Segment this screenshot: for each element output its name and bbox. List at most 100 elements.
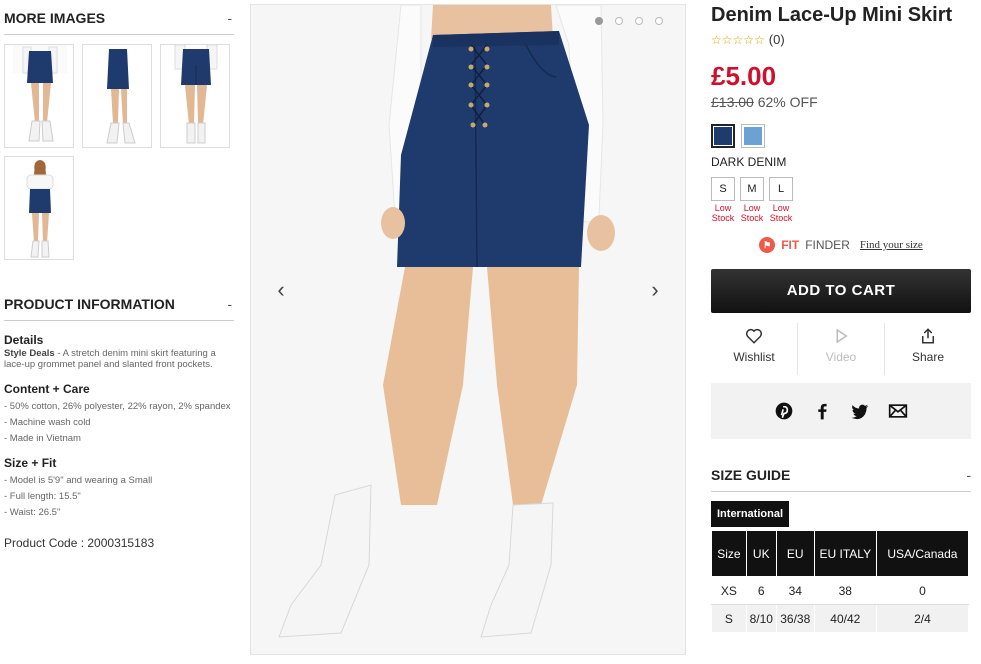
table-header-row: Size UK EU EU ITALY USA/Canada	[711, 530, 970, 577]
more-images-title: MORE IMAGES	[4, 10, 106, 26]
share-button[interactable]: Share	[885, 323, 971, 375]
table-cell: S	[711, 604, 747, 633]
thumbnail-list	[4, 44, 234, 260]
thumbnail-4[interactable]	[4, 156, 74, 260]
stock-status: Low Stock	[711, 203, 735, 223]
column-header: EU	[775, 530, 815, 577]
size-fit-heading: Size + Fit	[4, 456, 57, 470]
carousel-dot[interactable]	[655, 17, 663, 25]
find-your-size-link[interactable]: Find your size	[860, 239, 923, 251]
fit-finder-brand-b: FINDER	[805, 238, 850, 252]
size-option-l[interactable]: L Low Stock	[769, 177, 793, 223]
product-details: Denim Lace-Up Mini Skirt ☆☆☆☆☆ (0) £5.00…	[711, 0, 971, 633]
collapse-toggle[interactable]: -	[966, 467, 971, 483]
size-guide-table: Size UK EU EU ITALY USA/Canada XS 6 34 3…	[711, 530, 970, 633]
size-line: - Model is 5'9" and wearing a Small	[4, 475, 153, 486]
table-cell: XS	[711, 576, 747, 605]
content-line: - Machine wash cold	[4, 417, 91, 428]
table-cell: 8/10	[745, 604, 777, 633]
discount-label: 62% OFF	[757, 94, 818, 110]
size-guide-title: SIZE GUIDE	[711, 467, 791, 483]
column-header: EU ITALY	[813, 530, 877, 577]
thumbnail-3[interactable]	[160, 44, 230, 148]
size-line: - Waist: 26.5"	[4, 507, 61, 518]
details-heading: Details	[4, 333, 44, 347]
fit-finder-logo-icon: ⚑	[759, 237, 776, 253]
next-arrow-icon[interactable]: ›	[643, 277, 667, 303]
facebook-icon[interactable]	[811, 400, 833, 422]
collapse-toggle[interactable]: -	[227, 296, 234, 312]
video-button[interactable]: Video	[798, 323, 885, 375]
table-row: XS 6 34 38 0	[711, 576, 970, 605]
product-photo	[251, 5, 685, 654]
price-info: £13.00 62% OFF	[711, 94, 971, 110]
thumbnail-1[interactable]	[4, 44, 74, 148]
table-cell: 40/42	[813, 604, 877, 633]
play-icon	[798, 327, 884, 347]
size-guide-header[interactable]: SIZE GUIDE -	[711, 467, 971, 492]
stock-status: Low Stock	[769, 203, 793, 223]
fit-finder-brand-a: FIT	[781, 238, 800, 252]
size-label[interactable]: L	[769, 177, 793, 201]
prev-arrow-icon[interactable]: ‹	[269, 277, 293, 303]
heart-icon	[711, 327, 797, 347]
wishlist-button[interactable]: Wishlist	[711, 323, 798, 375]
carousel-dot[interactable]	[595, 17, 603, 25]
thumbnail-2[interactable]	[82, 44, 152, 148]
twitter-icon[interactable]	[849, 400, 871, 422]
table-cell: 34	[775, 576, 815, 605]
product-title: Denim Lace-Up Mini Skirt	[711, 4, 953, 26]
more-images-header[interactable]: MORE IMAGES -	[4, 0, 234, 35]
video-label: Video	[825, 350, 857, 364]
pinterest-icon[interactable]	[773, 400, 795, 422]
main-product-image[interactable]: ‹ ›	[250, 4, 686, 655]
table-row: S 8/10 36/38 40/42 2/4	[711, 604, 970, 633]
product-code: Product Code : 2000315183	[4, 536, 155, 550]
content-line: - Made in Vietnam	[4, 433, 81, 444]
table-cell: 38	[813, 576, 877, 605]
swatch-dark-denim[interactable]	[711, 124, 735, 148]
carousel-dots	[595, 17, 663, 25]
column-header: Size	[711, 530, 747, 577]
review-count[interactable]: (0)	[769, 32, 785, 47]
size-option-m[interactable]: M Low Stock	[740, 177, 764, 223]
original-price: £13.00	[711, 94, 754, 110]
size-option-s[interactable]: S Low Stock	[711, 177, 735, 223]
rating[interactable]: ☆☆☆☆☆ (0)	[711, 32, 971, 47]
star-rating-icon: ☆☆☆☆☆	[711, 32, 765, 47]
content-heading: Content + Care	[4, 382, 90, 396]
carousel-dot[interactable]	[635, 17, 643, 25]
table-cell: 36/38	[775, 604, 815, 633]
color-swatches	[711, 124, 971, 148]
content-line: - 50% cotton, 26% polyester, 22% rayon, …	[4, 401, 231, 412]
share-icon	[885, 327, 971, 347]
wishlist-label: Wishlist	[733, 350, 775, 364]
table-cell: 6	[745, 576, 777, 605]
details-brand: Style Deals	[4, 348, 55, 359]
left-column: MORE IMAGES - PRODUCT INFORMATION - Deta…	[4, 0, 234, 550]
carousel-dot[interactable]	[615, 17, 623, 25]
selected-color-name: DARK DENIM	[711, 155, 787, 169]
size-selector: S Low Stock M Low Stock L Low Stock	[711, 177, 971, 223]
table-cell: 2/4	[875, 604, 970, 633]
details-text: Style Deals - A stretch denim mini skirt…	[4, 348, 234, 370]
product-info-header[interactable]: PRODUCT INFORMATION -	[4, 286, 234, 321]
table-cell: 0	[875, 576, 970, 605]
tab-international[interactable]: International	[711, 501, 790, 527]
product-actions: Wishlist Video Share	[711, 323, 971, 375]
product-info-title: PRODUCT INFORMATION	[4, 296, 175, 312]
sale-price: £5.00	[711, 61, 777, 91]
email-icon[interactable]	[887, 400, 909, 422]
swatch-light-denim[interactable]	[741, 124, 765, 148]
collapse-toggle[interactable]: -	[227, 10, 234, 26]
size-label[interactable]: S	[711, 177, 735, 201]
size-line: - Full length: 15.5"	[4, 491, 81, 502]
size-label[interactable]: M	[740, 177, 764, 201]
add-to-cart-button[interactable]: ADD TO CART	[711, 269, 971, 313]
social-share-bar	[711, 383, 971, 439]
product-information: PRODUCT INFORMATION - Details Style Deal…	[4, 286, 234, 550]
column-header: USA/Canada	[875, 530, 970, 577]
share-label: Share	[911, 350, 945, 364]
fit-finder[interactable]: ⚑ FIT FINDER Find your size	[711, 237, 971, 253]
column-header: UK	[745, 530, 777, 577]
